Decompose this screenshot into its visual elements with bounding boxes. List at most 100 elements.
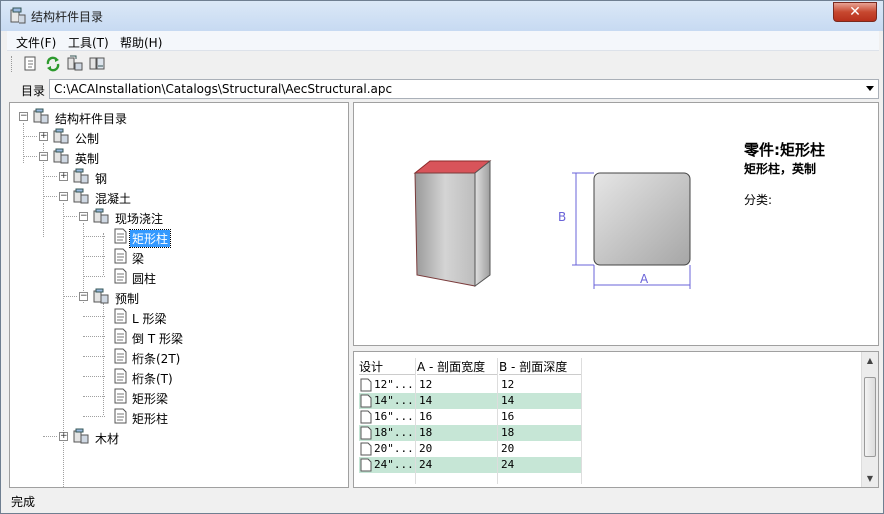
depth-cell: 14 [501, 394, 515, 407]
width-cell: 18 [419, 426, 433, 439]
design-cell: 18"... [374, 426, 414, 439]
chapter-folder-icon [73, 168, 89, 184]
tree-expand-steel[interactable]: + [59, 172, 68, 181]
document-icon [360, 458, 372, 472]
catalog-path-combobox[interactable]: C:\ACAInstallation\Catalogs\Structural\A… [49, 79, 879, 99]
chapter-folder-icon [53, 148, 69, 164]
document-icon [114, 368, 127, 384]
refresh-icon[interactable] [43, 55, 63, 73]
part-sizes-grid: 设计 A - 剖面宽度 B - 剖面深度 12"... 12 12 14"...… [353, 351, 879, 488]
scroll-thumb[interactable] [864, 377, 876, 457]
column-header-depth[interactable]: B - 剖面深度 [499, 358, 581, 375]
design-cell: 12"... [374, 378, 414, 391]
tree-label: 公制 [75, 132, 100, 146]
document-icon [360, 410, 372, 424]
tree-label: 圆柱 [132, 272, 157, 286]
document-icon [114, 268, 127, 284]
table-row[interactable]: 14"... 14 14 [359, 393, 581, 409]
table-row[interactable]: 12"... 12 12 [359, 377, 581, 393]
design-cell: 24"... [374, 458, 414, 471]
tree-collapse-precast[interactable]: − [79, 292, 88, 301]
tree-label: L 形梁 [132, 312, 167, 326]
document-icon [114, 328, 127, 344]
table-row[interactable]: 24"... 24 24 [359, 457, 581, 473]
width-cell: 12 [419, 378, 433, 391]
depth-cell: 12 [501, 378, 515, 391]
scroll-down-icon[interactable]: ▼ [862, 470, 878, 487]
new-catalog-icon[interactable] [21, 55, 41, 73]
menu-file[interactable]: 文件(F) [13, 33, 59, 52]
structural-catalog-icon [10, 7, 26, 24]
tree-label: 预制 [115, 292, 140, 306]
menu-help[interactable]: 帮助(H) [117, 33, 165, 52]
window-title: 结构杆件目录 [31, 10, 104, 24]
status-bar: 完成 [7, 491, 879, 511]
tree-label: 倒 T 形梁 [132, 332, 183, 346]
document-icon [114, 248, 127, 264]
tree-label: 桁条(2T) [132, 352, 181, 366]
document-icon [114, 308, 127, 324]
tree-label: 矩形柱 [132, 412, 169, 426]
depth-cell: 20 [501, 442, 515, 455]
tree-expand-timber[interactable]: + [59, 432, 68, 441]
menu-bar: 文件(F) 工具(T) 帮助(H) [7, 31, 879, 51]
tree-collapse-concrete[interactable]: − [59, 192, 68, 201]
document-icon [114, 408, 127, 424]
tree-collapse-cast-in-place[interactable]: − [79, 212, 88, 221]
tree-label: 现场浇注 [115, 212, 164, 226]
document-icon [114, 348, 127, 364]
depth-cell: 18 [501, 426, 515, 439]
document-icon [360, 378, 372, 392]
chapter-folder-icon [73, 188, 89, 204]
table-row[interactable]: 18"... 18 18 [359, 425, 581, 441]
status-text: 完成 [11, 495, 36, 509]
tree-label: 桁条(T) [132, 372, 173, 386]
part-preview-panel: B A 零件:矩形柱 矩形柱，英制 分类: [353, 102, 879, 346]
document-icon [114, 228, 127, 244]
design-cell: 14"... [374, 394, 414, 407]
toolbar [7, 52, 879, 77]
dimension-a-label: A [640, 272, 649, 286]
toolbar-grip[interactable] [11, 56, 14, 72]
close-button[interactable]: ✕ [833, 2, 877, 22]
document-icon [360, 394, 372, 408]
width-cell: 14 [419, 394, 433, 407]
menu-tools[interactable]: 工具(T) [65, 33, 112, 52]
tree-label: 矩形柱 [128, 229, 172, 248]
dimension-b-label: B [558, 210, 566, 224]
add-member-icon[interactable] [65, 55, 85, 73]
dropdown-arrow-icon[interactable] [866, 86, 874, 91]
catalog-path-label: 目录 [21, 84, 46, 98]
document-icon [360, 426, 372, 440]
table-row[interactable]: 20"... 20 20 [359, 441, 581, 457]
tree-expand-metric[interactable]: + [39, 132, 48, 141]
table-row[interactable]: 16"... 16 16 [359, 409, 581, 425]
chapter-folder-icon [93, 288, 109, 304]
part-title: 零件:矩形柱 [744, 141, 825, 159]
column-header-design[interactable]: 设计 [359, 358, 415, 375]
document-icon [360, 442, 372, 456]
edit-member-icon[interactable] [87, 55, 107, 73]
scroll-up-icon[interactable]: ▲ [862, 352, 878, 369]
chapter-folder-icon [73, 428, 89, 444]
tree-label: 矩形梁 [132, 392, 169, 406]
rect-column-illustration: B A [413, 159, 691, 289]
chapter-folder-icon [53, 128, 69, 144]
tree-label: 英制 [75, 152, 100, 166]
tree-label: 梁 [132, 252, 145, 266]
chapter-folder-icon [93, 208, 109, 224]
grid-vertical-scrollbar[interactable]: ▲ ▼ [861, 352, 878, 487]
width-cell: 24 [419, 458, 433, 471]
column-header-width[interactable]: A - 剖面宽度 [417, 358, 497, 375]
tree-label: 木材 [95, 432, 120, 446]
part-category-label: 分类: [744, 193, 773, 207]
depth-cell: 16 [501, 410, 515, 423]
width-cell: 20 [419, 442, 433, 455]
tree-collapse-imperial[interactable]: − [39, 152, 48, 161]
part-subtitle: 矩形柱，英制 [744, 162, 817, 176]
width-cell: 16 [419, 410, 433, 423]
catalog-tree: − + − + − − − + 结构杆件目录 公制 英制 钢 混凝土 现场浇注 … [9, 102, 349, 488]
tree-collapse-root[interactable]: − [19, 112, 28, 121]
depth-cell: 24 [501, 458, 515, 471]
tree-label: 钢 [95, 172, 108, 186]
